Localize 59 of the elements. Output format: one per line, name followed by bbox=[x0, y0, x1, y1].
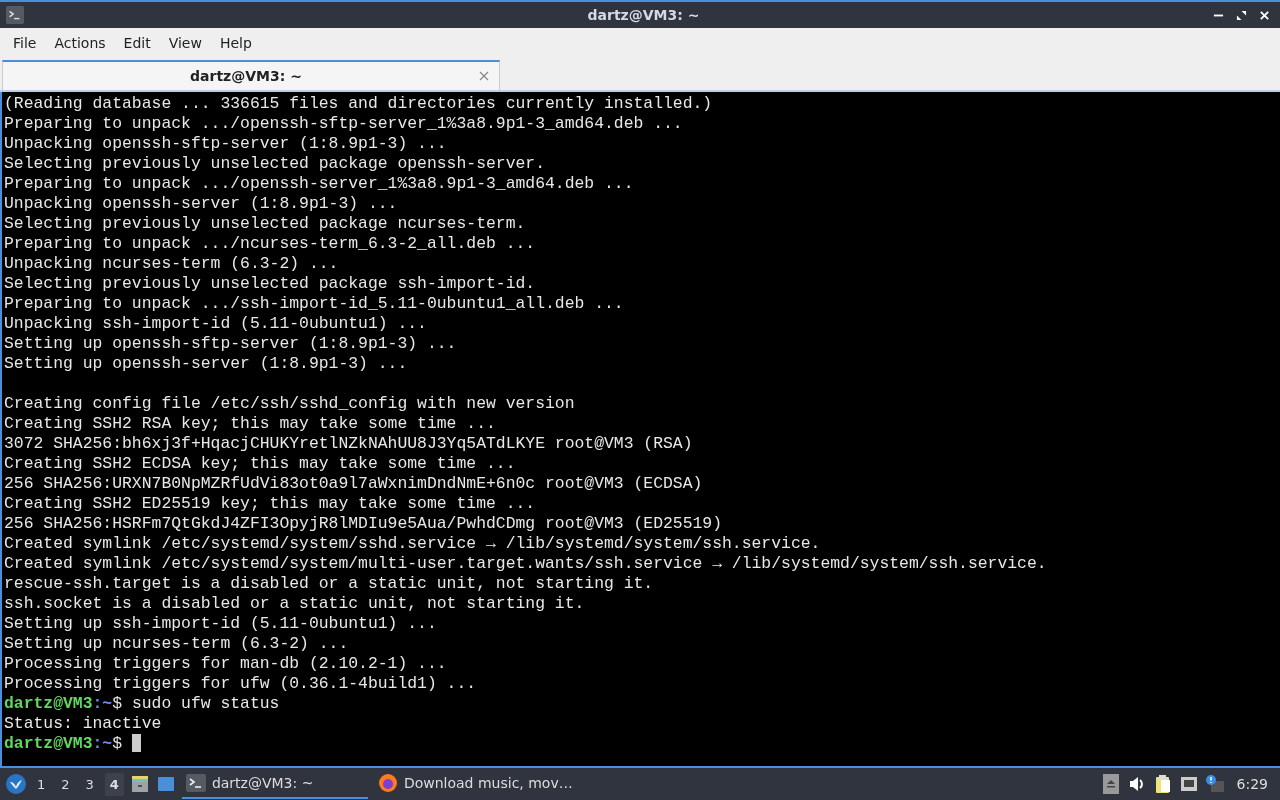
terminal-line: Setting up ncurses-term (6.3-2) ... bbox=[4, 634, 350, 654]
menu-item[interactable]: Actions bbox=[45, 35, 115, 51]
prompt-host: dartz@VM3 bbox=[4, 734, 93, 754]
terminal-line: Status: inactive bbox=[4, 714, 163, 734]
file-cabinet-icon[interactable] bbox=[129, 774, 150, 794]
menu-item[interactable]: Help bbox=[210, 35, 261, 51]
terminal-line: Setting up openssh-sftp-server (1:8.9p1-3) ... bbox=[4, 334, 458, 354]
terminal-line: Creating SSH2 RSA key; this may take some time ... bbox=[4, 414, 497, 434]
terminal-line: Selecting previously unselected package openssh-server. bbox=[4, 154, 546, 174]
desktop-icon[interactable] bbox=[155, 774, 176, 794]
terminal-line: Unpacking openssh-sftp-server (1:8.9p1-3) ... bbox=[4, 134, 448, 154]
window-title: dartz@VM3: ~ bbox=[586, 7, 701, 23]
network-icon[interactable] bbox=[1178, 774, 1199, 794]
maximize-icon[interactable] bbox=[1236, 9, 1247, 21]
terminal-icon bbox=[6, 6, 24, 24]
terminal-line: Preparing to unpack .../ncurses-term_6.3-2_all.deb ... bbox=[4, 234, 537, 254]
prompt-path: :~ bbox=[92, 694, 113, 714]
terminal-line: Setting up ssh-import-id (5.11-0ubuntu1) ... bbox=[4, 614, 438, 634]
terminal-tab[interactable]: dartz@VM3: ~ bbox=[2, 60, 500, 90]
prompt-symbol: $ bbox=[112, 694, 123, 714]
terminal-line: Selecting previously unselected package ssh-import-id. bbox=[4, 274, 537, 294]
workspace-button[interactable]: 2 bbox=[56, 772, 75, 796]
terminal-line: 3072 SHA256:bh6xj3f+HqacjCHUKYretlNZkNAhUU8J3Yq5ATdLKYE root@VM3 (RSA) bbox=[4, 434, 694, 454]
terminal-line: ssh.socket is a disabled or a static unit, not starting it. bbox=[4, 594, 586, 614]
terminal-line: Creating SSH2 ED25519 key; this may take some time ... bbox=[4, 494, 537, 514]
eject-icon[interactable] bbox=[1100, 774, 1121, 794]
taskbar-task[interactable]: dartz@VM3: ~ bbox=[181, 769, 368, 799]
terminal-icon bbox=[185, 773, 206, 793]
notification-icon[interactable] bbox=[1204, 774, 1225, 794]
menu-item[interactable]: File bbox=[4, 35, 46, 51]
terminal-line: Unpacking openssh-server (1:8.9p1-3) ... bbox=[4, 194, 399, 214]
terminal-line: (Reading database ... 336615 files and directories currently installed.) bbox=[4, 94, 714, 114]
menu-item[interactable]: Edit bbox=[114, 35, 160, 51]
terminal-line: Unpacking ncurses-term (6.3-2) ... bbox=[4, 254, 340, 274]
terminal-line: 256 SHA256:HSRFm7QtGkdJ4ZFI3OpyjR8lMDIu9e5Aua/PwhdCDmg root@VM3 (ED25519) bbox=[4, 514, 724, 534]
terminal-line: Created symlink /etc/systemd/system/multi-user.target.wants/ssh.service → /lib/systemd/system/ssh.service. bbox=[4, 554, 1048, 574]
terminal-line: Selecting previously unselected package ncurses-term. bbox=[4, 214, 527, 234]
workspace-button[interactable]: 4 bbox=[104, 772, 124, 796]
terminal-line: Processing triggers for ufw (0.36.1-4build1) ... bbox=[4, 674, 478, 694]
terminal-line: Creating config file /etc/ssh/sshd_config with new version bbox=[4, 394, 576, 414]
prompt-host: dartz@VM3 bbox=[4, 694, 93, 714]
clock[interactable]: 6:29 bbox=[1230, 776, 1274, 792]
terminal-line: Setting up openssh-server (1:8.9p1-3) ... bbox=[4, 354, 409, 374]
menu-item[interactable]: View bbox=[159, 35, 211, 51]
workspace-button[interactable]: 3 bbox=[80, 772, 99, 796]
terminal-line: Preparing to unpack .../openssh-sftp-server_1%3a8.9p1-3_amd64.deb ... bbox=[4, 114, 684, 134]
taskbar-task[interactable]: Download music, mov… bbox=[373, 769, 577, 799]
terminal-line: 256 SHA256:URXN7B0NpMZRfUdVi83ot0a9l7aWxnimDndNmE+6n0c root@VM3 (ECDSA) bbox=[4, 474, 704, 494]
terminal-line: Unpacking ssh-import-id (5.11-0ubuntu1) ... bbox=[4, 314, 428, 334]
prompt-symbol: $ bbox=[112, 734, 123, 754]
terminal-line: Preparing to unpack .../openssh-server_1%3a8.9p1-3_amd64.deb ... bbox=[4, 174, 635, 194]
terminal-line: Creating SSH2 ECDSA key; this may take some time ... bbox=[4, 454, 517, 474]
workspace-button[interactable]: 1 bbox=[32, 772, 51, 796]
terminal-line: Preparing to unpack .../ssh-import-id_5.11-0ubuntu1_all.deb ... bbox=[4, 294, 625, 314]
terminal-line: Processing triggers for man-db (2.10.2-1) ... bbox=[4, 654, 448, 674]
terminal-line: rescue-ssh.target is a disabled or a static unit, not starting it. bbox=[4, 574, 655, 594]
terminal-line: Created symlink /etc/systemd/system/sshd.service → /lib/systemd/system/ssh.service. bbox=[4, 534, 822, 554]
terminal-command: sudo ufw status bbox=[131, 694, 280, 714]
prompt-path: :~ bbox=[92, 734, 113, 754]
